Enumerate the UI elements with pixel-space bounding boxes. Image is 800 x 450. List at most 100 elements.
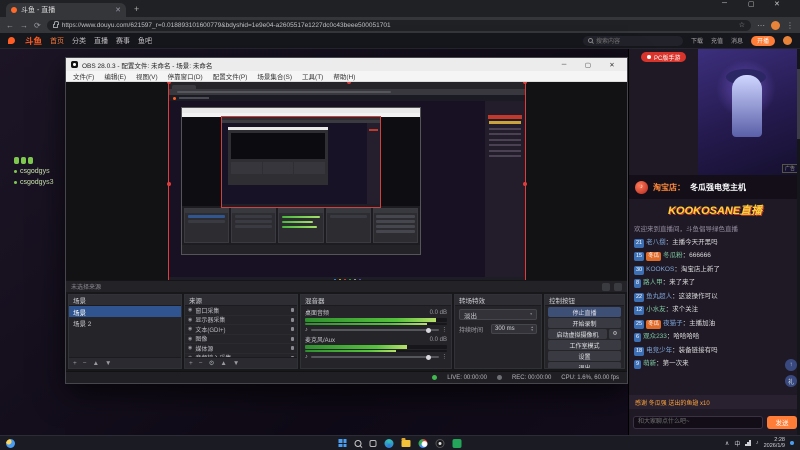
lock-icon[interactable] [291, 355, 294, 358]
obs-minimize-button[interactable]: ─ [554, 58, 574, 71]
scroll-top-button[interactable]: ↑ [785, 359, 797, 371]
menu-edit[interactable]: 编辑(E) [99, 71, 131, 81]
nav-esports[interactable]: 赛事 [116, 36, 130, 46]
scenes-dock-title[interactable]: 场景 [69, 295, 181, 307]
menu-scene-collection[interactable]: 场景集合(S) [252, 71, 297, 81]
reload-icon[interactable]: ⟳ [34, 21, 41, 30]
extensions-icon[interactable]: ⋯ [757, 21, 765, 30]
url-bar[interactable]: https://www.douyu.com/621597_r=0.0188931… [46, 19, 751, 31]
menu-docks[interactable]: 停靠窗口(D) [163, 71, 208, 81]
add-scene-button[interactable]: + [73, 360, 77, 367]
browser-menu-icon[interactable]: ⋮ [786, 21, 794, 30]
source-item[interactable]: ◉音频输入采集 [185, 354, 297, 358]
network-icon[interactable] [745, 440, 751, 446]
remove-scene-button[interactable]: − [83, 360, 87, 367]
start-recording-button[interactable]: 开始录制 [548, 318, 621, 329]
visibility-eye-icon[interactable]: ◉ [188, 336, 192, 342]
source-down-button[interactable]: ▼ [233, 360, 239, 367]
start-button[interactable] [338, 439, 347, 447]
gift-shortcut-button[interactable]: 礼 [785, 375, 797, 387]
nav-live[interactable]: 直播 [94, 36, 108, 46]
source-item[interactable]: ◉ 图像 [185, 335, 297, 345]
site-search-input[interactable]: 搜索内容 [582, 35, 683, 46]
user-avatar[interactable] [783, 36, 792, 45]
obs-preview-video[interactable] [167, 82, 527, 281]
controls-dock-title[interactable]: 控制按钮 [545, 295, 624, 307]
obs-taskbar-icon[interactable] [435, 438, 445, 448]
header-recharge-link[interactable]: 充值 [711, 36, 723, 45]
site-logo[interactable]: 斗鱼 [25, 35, 42, 47]
task-view-icon[interactable] [369, 439, 377, 447]
notification-icon[interactable] [790, 441, 794, 445]
scene-item-selected[interactable]: 场景 [69, 306, 181, 318]
file-explorer-icon[interactable] [401, 437, 411, 447]
mixer-dock-title[interactable]: 混音器 [301, 295, 451, 307]
obs-close-button[interactable]: ✕ [602, 58, 622, 71]
forward-icon[interactable]: → [20, 21, 28, 30]
channel-menu-icon[interactable]: ⋮ [442, 354, 448, 360]
clock[interactable]: 2:28 2026/1/9 [764, 437, 785, 450]
visibility-eye-icon[interactable]: ◉ [188, 355, 192, 357]
chat-input[interactable] [633, 415, 763, 429]
nav-home[interactable]: 首页 [50, 36, 64, 46]
header-messages-link[interactable]: 消息 [731, 36, 743, 45]
weather-icon[interactable] [6, 438, 15, 448]
lock-icon[interactable] [291, 317, 294, 322]
virtual-camera-button[interactable]: 启动虚拟摄像机 [548, 329, 607, 340]
visibility-eye-icon[interactable]: ◉ [188, 345, 192, 351]
speaker-icon[interactable]: ♪ [305, 327, 308, 333]
add-source-button[interactable]: + [189, 360, 193, 367]
studio-mode-button[interactable]: 工作室模式 [548, 340, 621, 351]
obs-preview-area[interactable] [66, 82, 627, 281]
lock-icon[interactable] [291, 327, 294, 332]
browser-tab[interactable]: 斗鱼 - 直播 ✕ [6, 3, 126, 17]
bookmark-star-icon[interactable]: ☆ [739, 21, 745, 29]
new-tab-button[interactable]: + [134, 4, 139, 14]
duration-spinner[interactable]: 300 ms ▴ ▾ [491, 324, 537, 335]
header-download-link[interactable]: 下载 [691, 36, 703, 45]
transitions-dock-title[interactable]: 转场特效 [455, 295, 541, 307]
obs-title-bar[interactable]: OBS 28.0.3 - 配置文件: 未命名 - 场景: 未命名 ─ ▢ ✕ [66, 58, 627, 71]
menu-help[interactable]: 帮助(H) [328, 71, 360, 81]
taskbar-search-icon[interactable] [354, 439, 362, 447]
browser-profile-avatar[interactable] [771, 20, 780, 30]
window-maximize-button[interactable]: ▢ [748, 0, 774, 17]
lock-icon[interactable] [291, 308, 294, 313]
menu-view[interactable]: 视图(V) [131, 71, 163, 81]
volume-slider[interactable] [310, 354, 439, 360]
scene-item[interactable]: 场景 2 [69, 317, 181, 328]
visibility-eye-icon[interactable]: ◉ [188, 307, 192, 313]
chrome-browser-icon[interactable] [418, 438, 428, 448]
exit-button[interactable]: 退出 [548, 362, 621, 369]
window-minimize-button[interactable]: ─ [722, 0, 748, 17]
send-button[interactable]: 发送 [767, 415, 797, 429]
nav-forum[interactable]: 鱼吧 [138, 36, 152, 46]
menu-tools[interactable]: 工具(T) [297, 71, 328, 81]
visibility-eye-icon[interactable]: ◉ [188, 326, 192, 332]
menu-file[interactable]: 文件(F) [68, 71, 99, 81]
speaker-icon[interactable]: ♪ [305, 354, 308, 360]
lock-icon[interactable] [291, 346, 294, 351]
stop-streaming-button[interactable]: 停止直播 [548, 307, 621, 318]
volume-slider[interactable] [310, 327, 439, 333]
preview-zoom-icon[interactable] [614, 282, 622, 291]
go-live-button[interactable]: 开播 [750, 35, 775, 46]
edge-browser-icon[interactable] [384, 438, 394, 448]
source-properties-button[interactable]: ⚙ [209, 359, 215, 367]
sources-dock-title[interactable]: 来源 [185, 295, 297, 307]
chat-message-list[interactable]: 欢迎来到直播间，斗鱼倡导绿色直播 21 老八捌：主播今天开黑吗 15 冬瓜 冬瓜粉：6… [634, 225, 796, 391]
lock-icon[interactable] [291, 336, 294, 341]
nav-categories[interactable]: 分类 [72, 36, 86, 46]
transition-select[interactable]: 淡出 ▾ [459, 309, 537, 321]
volume-icon[interactable]: ♪ [756, 440, 759, 446]
tab-close-icon[interactable]: ✕ [115, 6, 121, 14]
ime-indicator[interactable]: 中 [734, 439, 740, 448]
shop-ad-banner[interactable]: ♪ 淘宝店： 冬瓜强电竞主机 [629, 175, 800, 199]
obs-maximize-button[interactable]: ▢ [578, 58, 598, 71]
source-item[interactable]: ◉ 文本(GDI+) [185, 325, 297, 335]
pc-game-button[interactable]: PC版手游 [641, 52, 687, 62]
source-up-button[interactable]: ▲ [220, 360, 226, 367]
visibility-eye-icon[interactable]: ◉ [188, 317, 192, 323]
source-item[interactable]: ◉ 显示器采集 [185, 316, 297, 326]
source-item[interactable]: ◉ 窗口采集 [185, 306, 297, 316]
